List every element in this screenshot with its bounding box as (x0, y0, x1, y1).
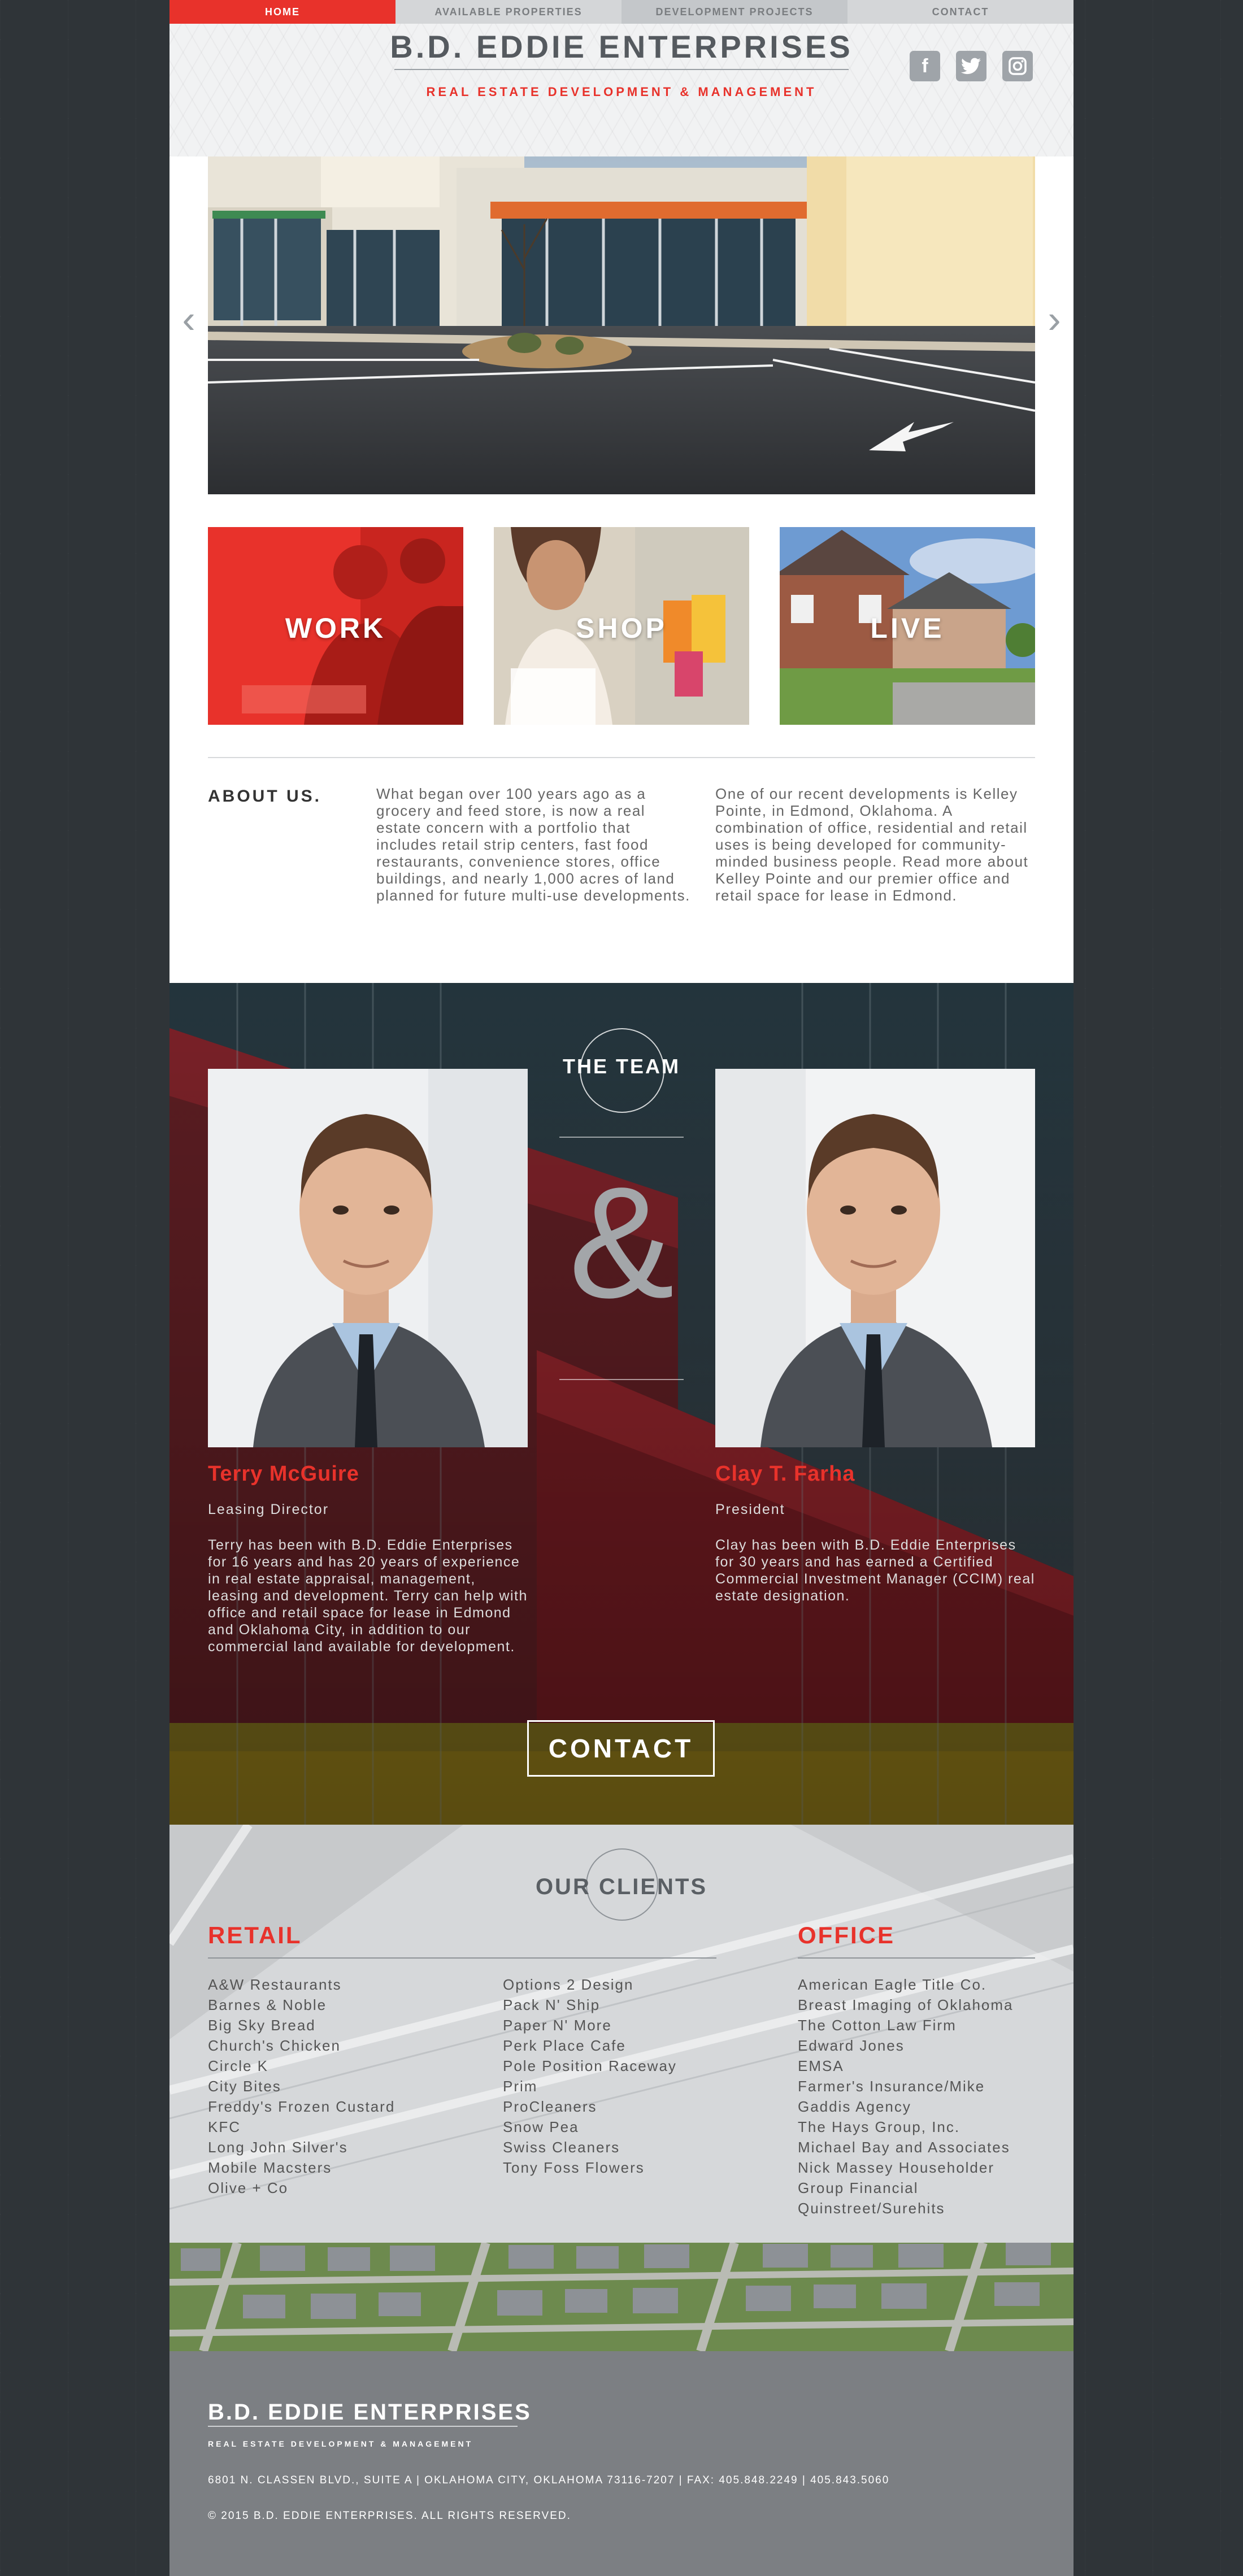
list-item: Quinstreet/Surehits (798, 2200, 945, 2217)
hero-slider-image (208, 156, 1035, 494)
list-item: City Bites (208, 2078, 281, 2095)
list-item: Olive + Co (208, 2179, 289, 2196)
tile-work-label: WORK (285, 612, 386, 644)
list-item: Circle K (208, 2057, 269, 2074)
office-heading: OFFICE (798, 1922, 895, 1948)
list-item: Farmer's Insurance/Mike (798, 2078, 985, 2095)
member-photo-clay (715, 1069, 1035, 1447)
list-item: Tony Foss Flowers (503, 2159, 645, 2176)
aerial-neighborhood-image (169, 2243, 1074, 2351)
retail-rule (208, 1957, 716, 1959)
team-divider-bottom (559, 1379, 684, 1380)
member-name-terry: Terry McGuire (208, 1462, 359, 1486)
list-item: Michael Bay and Associates (798, 2139, 1010, 2156)
logo-divider (394, 69, 849, 70)
member-bio-terry: Terry has been with B.D. Eddie Enterpris… (208, 1537, 528, 1655)
list-item: American Eagle Title Co. (798, 1976, 987, 1993)
list-item: Perk Place Cafe (503, 2037, 626, 2054)
footer-logo-title[interactable]: B.D. EDDIE ENTERPRISES (208, 2400, 532, 2425)
member-name-clay: Clay T. Farha (715, 1462, 855, 1486)
footer-address: 6801 N. CLASSEN BLVD., SUITE A | OKLAHOM… (208, 2474, 890, 2486)
office-client-list: American Eagle Title Co. Breast Imaging … (798, 1974, 1014, 2218)
nav-available-properties[interactable]: AVAILABLE PROPERTIES (395, 0, 621, 24)
list-item: ProCleaners (503, 2098, 597, 2115)
member-bio-clay: Clay has been with B.D. Eddie Enterprise… (715, 1537, 1035, 1604)
site-tagline: REAL ESTATE DEVELOPMENT & MANAGEMENT (426, 85, 817, 99)
clients-heading: OUR CLIENTS (535, 1874, 708, 1899)
retail-client-list-2: Options 2 Design Pack N' Ship Paper N' M… (503, 1974, 677, 2178)
list-item: Freddy's Frozen Custard (208, 2098, 395, 2115)
list-item: Big Sky Bread (208, 2017, 316, 2034)
member-role-clay: President (715, 1502, 785, 1517)
list-item: Options 2 Design (503, 1976, 634, 1993)
slider-prev-arrow[interactable]: ‹ (177, 299, 200, 339)
nav-development-projects[interactable]: DEVELOPMENT PROJECTS (621, 0, 847, 24)
retail-heading: RETAIL (208, 1922, 302, 1948)
contact-button[interactable]: CONTACT (527, 1720, 715, 1777)
tile-shop[interactable]: SHOP (494, 527, 749, 725)
tile-shop-label: SHOP (576, 612, 667, 644)
team-divider-top (559, 1137, 684, 1138)
main-nav: HOME AVAILABLE PROPERTIES DEVELOPMENT PR… (169, 0, 1074, 24)
list-item: KFC (208, 2118, 241, 2135)
footer-copyright: © 2015 B.D. EDDIE ENTERPRISES. ALL RIGHT… (208, 2510, 571, 2522)
footer-tagline: REAL ESTATE DEVELOPMENT & MANAGEMENT (208, 2439, 473, 2448)
list-item: Breast Imaging of Oklahoma (798, 1996, 1014, 2013)
tile-live[interactable]: LIVE (780, 527, 1035, 725)
list-item: EMSA (798, 2057, 844, 2074)
list-item: Church's Chicken (208, 2037, 341, 2054)
member-role-terry: Leasing Director (208, 1502, 329, 1517)
list-item: Prim (503, 2078, 538, 2095)
list-item: A&W Restaurants (208, 1976, 342, 1993)
tile-live-label: LIVE (870, 612, 945, 644)
retail-client-list-1: A&W Restaurants Barnes & Noble Big Sky B… (208, 1974, 395, 2198)
list-item: Mobile Macsters (208, 2159, 332, 2176)
list-item: Group Financial (798, 2179, 919, 2196)
tile-work[interactable]: WORK (208, 527, 463, 725)
list-item: Swiss Cleaners (503, 2139, 620, 2156)
list-item: Snow Pea (503, 2118, 579, 2135)
list-item: Long John Silver's (208, 2139, 348, 2156)
list-item: Pack N' Ship (503, 1996, 601, 2013)
list-item: Barnes & Noble (208, 1996, 327, 2013)
section-divider (208, 757, 1035, 758)
list-item: Edward Jones (798, 2037, 905, 2054)
office-rule (798, 1957, 1035, 1959)
footer-divider (208, 2426, 518, 2427)
site-footer (169, 2351, 1074, 2576)
list-item: Paper N' More (503, 2017, 612, 2034)
about-text-col1: What began over 100 years ago as a groce… (376, 785, 690, 904)
twitter-icon[interactable] (956, 51, 986, 81)
instagram-icon[interactable] (1002, 51, 1033, 81)
slider-next-arrow[interactable]: › (1043, 299, 1066, 339)
list-item: The Hays Group, Inc. (798, 2118, 960, 2135)
about-heading: ABOUT US. (208, 787, 321, 806)
member-photo-terry (208, 1069, 528, 1447)
nav-contact[interactable]: CONTACT (847, 0, 1074, 24)
list-item: The Cotton Law Firm (798, 2017, 957, 2034)
list-item: Gaddis Agency (798, 2098, 911, 2115)
facebook-icon[interactable]: f (910, 51, 940, 81)
list-item: Pole Position Raceway (503, 2057, 677, 2074)
about-text-col2: One of our recent developments is Kelley… (715, 785, 1029, 904)
page-container: HOME AVAILABLE PROPERTIES DEVELOPMENT PR… (169, 0, 1074, 2576)
nav-home[interactable]: HOME (169, 0, 395, 24)
list-item: Nick Massey Householder (798, 2159, 995, 2176)
